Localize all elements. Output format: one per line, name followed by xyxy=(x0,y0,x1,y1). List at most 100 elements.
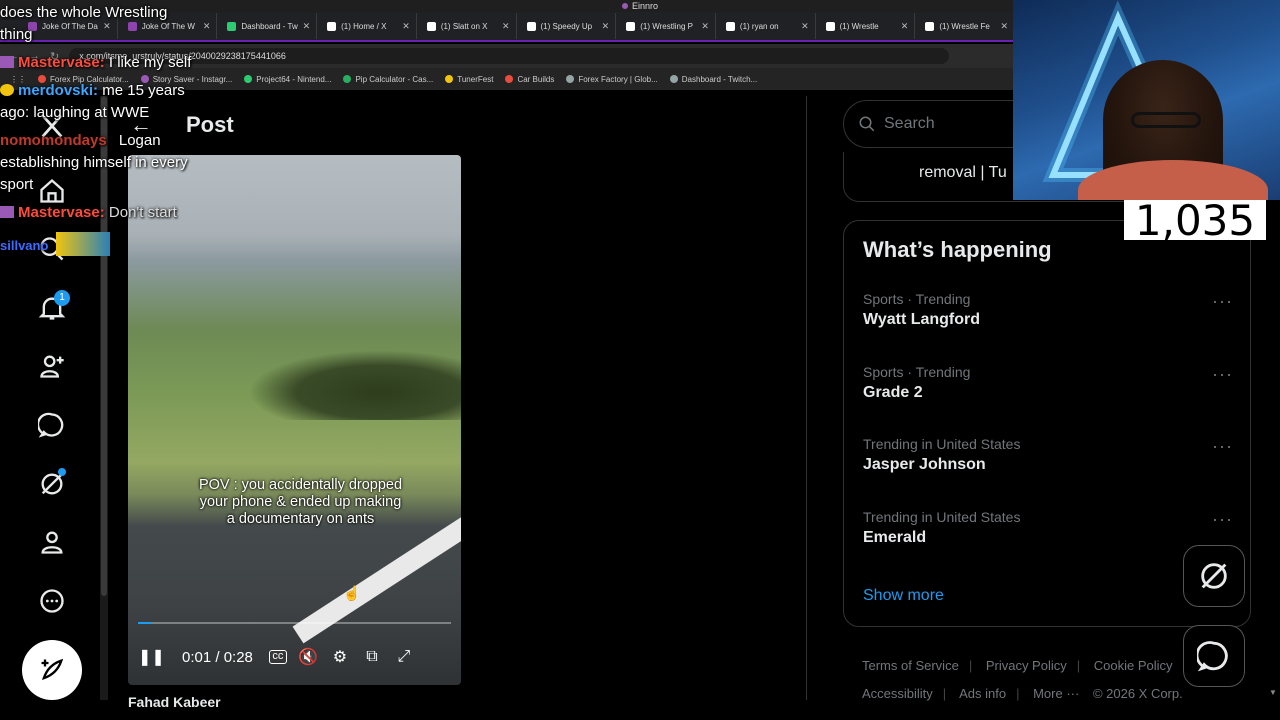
messages-icon xyxy=(1197,641,1228,672)
browser-tab[interactable]: (1) Wrestling P ✕ xyxy=(620,13,716,39)
bookmark-favicon-icon xyxy=(343,75,352,83)
streamer-glasses xyxy=(1131,112,1201,128)
pause-icon[interactable]: ❚❚ xyxy=(138,647,165,667)
bookmark-favicon-icon xyxy=(566,75,575,83)
tab-label: (1) Wrestle Fe xyxy=(939,21,990,31)
close-tab-icon[interactable]: ✕ xyxy=(103,21,111,32)
fullscreen-icon[interactable]: ⤢ xyxy=(393,648,415,666)
chat-message: thing xyxy=(0,26,33,43)
more-options-icon[interactable]: ··· xyxy=(1212,436,1233,457)
close-tab-icon[interactable]: ✕ xyxy=(203,21,211,32)
pip-icon[interactable]: ⧉ xyxy=(361,648,383,666)
footer-privacy-link[interactable]: Privacy Policy xyxy=(986,658,1067,673)
notifications-icon[interactable]: 1 xyxy=(32,288,72,328)
trend-category: Trending in United States xyxy=(863,436,1021,452)
grok-button[interactable] xyxy=(1183,545,1245,607)
trend-item[interactable]: Sports · Trending Wyatt Langford ··· xyxy=(863,291,1233,351)
trend-item[interactable]: Trending in United States Emerald ··· xyxy=(863,509,1233,569)
captions-icon[interactable]: cc xyxy=(268,650,287,664)
video-player[interactable]: POV : you accidentally dropped your phon… xyxy=(128,155,461,685)
chat-text: sport xyxy=(0,176,34,193)
mute-icon[interactable]: 🔇 xyxy=(297,647,319,667)
chat-username: merdovski: xyxy=(18,82,99,99)
tab-label: Joke Of The W xyxy=(141,21,195,31)
x-logo-icon xyxy=(925,21,935,31)
url-field[interactable]: x.com/itsme_urstruly/status/204002923817… xyxy=(69,48,950,64)
x-logo-icon xyxy=(626,21,636,31)
footer-accessibility-link[interactable]: Accessibility xyxy=(862,686,933,701)
footer-terms-link[interactable]: Terms of Service xyxy=(862,658,959,673)
trend-name: Grade 2 xyxy=(863,384,923,401)
footer-cookie-link[interactable]: Cookie Policy xyxy=(1094,658,1173,673)
scroll-down-icon[interactable]: ▼ xyxy=(1269,688,1277,697)
trend-item[interactable]: Sports · Trending Grade 2 ··· xyxy=(863,364,1233,424)
close-tab-icon[interactable]: ✕ xyxy=(502,21,510,32)
chat-text: Don't start xyxy=(108,204,177,221)
chat-text: does the whole Wrestling xyxy=(0,4,168,21)
video-progress-bar[interactable] xyxy=(138,622,451,624)
x-logo-icon xyxy=(825,21,835,31)
browser-tab[interactable]: (1) Home / X ✕ xyxy=(321,13,417,39)
more-options-icon[interactable]: ··· xyxy=(1212,509,1233,530)
tab-favicon-icon xyxy=(127,21,137,31)
more-options-icon[interactable]: ··· xyxy=(1212,364,1233,385)
browser-tab[interactable]: (1) Speedy Up ✕ xyxy=(521,13,617,39)
previous-card-text[interactable]: removal | Tu xyxy=(919,164,1007,182)
window-title: Einnro xyxy=(631,1,658,11)
close-tab-icon[interactable]: ✕ xyxy=(901,21,909,32)
bookmark-label: Project64 - Nintend... xyxy=(256,74,332,84)
left-scrollbar[interactable] xyxy=(100,96,108,700)
bookmark-item[interactable]: TunerFest xyxy=(445,75,493,84)
chat-username: Mastervase: xyxy=(18,54,105,71)
more-icon[interactable] xyxy=(32,581,72,621)
footer-more-link[interactable]: More ··· xyxy=(1033,686,1079,701)
trend-name: Jasper Johnson xyxy=(863,456,986,473)
chat-badge-icon xyxy=(0,56,14,68)
profile-icon[interactable] xyxy=(32,522,72,562)
browser-tab[interactable]: Dashboard - Tw ✕ xyxy=(221,13,318,39)
x-logo-icon xyxy=(327,21,337,31)
settings-gear-icon[interactable]: ⚙ xyxy=(329,647,351,667)
search-input[interactable]: Search xyxy=(884,115,935,133)
footer-copyright: © 2026 X Corp. xyxy=(1092,686,1183,701)
grok-icon[interactable] xyxy=(32,464,72,504)
close-tab-icon[interactable]: ✕ xyxy=(602,21,610,32)
bookmark-item[interactable]: Pip Calculator - Cas... xyxy=(343,75,433,84)
messages-icon[interactable] xyxy=(32,405,72,445)
browser-tab[interactable]: (1) ryan on ✕ xyxy=(720,13,816,39)
bookmark-item[interactable]: Forex Factory | Glob... xyxy=(566,75,658,84)
trends-heading: What’s happening xyxy=(863,237,1052,262)
browser-tab[interactable]: (1) Wrestle Fe ✕ xyxy=(919,13,1016,39)
chat-message: does the whole Wrestling xyxy=(0,4,167,21)
video-frame-trees xyxy=(248,350,461,420)
chat-message: ago: laughing at WWE xyxy=(0,104,149,121)
bookmark-item[interactable]: Project64 - Nintend... xyxy=(244,75,331,84)
footer-ads-link[interactable]: Ads info xyxy=(959,686,1006,701)
next-post-author[interactable]: Fahad Kabeer xyxy=(128,694,221,710)
scroll-thumb[interactable] xyxy=(101,96,107,596)
browser-tab[interactable]: (1) Wrestle ✕ xyxy=(820,13,916,39)
trend-item[interactable]: Trending in United States Jasper Johnson… xyxy=(863,436,1233,496)
tab-label: (1) Home / X xyxy=(341,21,387,31)
compose-post-button[interactable] xyxy=(22,640,82,700)
browser-tab[interactable]: (1) Slatt on X ✕ xyxy=(421,13,517,39)
messages-button[interactable] xyxy=(1183,625,1245,687)
follow-icon[interactable] xyxy=(32,346,72,386)
close-tab-icon[interactable]: ✕ xyxy=(701,21,709,32)
bookmark-item[interactable]: Car Builds xyxy=(505,75,554,84)
more-options-icon[interactable]: ··· xyxy=(1212,291,1233,312)
tab-label: (1) Speedy Up xyxy=(540,21,593,31)
show-more-link[interactable]: Show more xyxy=(863,587,944,605)
close-tab-icon[interactable]: ✕ xyxy=(1000,21,1008,32)
trend-name: Wyatt Langford xyxy=(863,311,981,328)
notifications-badge: 1 xyxy=(54,290,70,306)
close-tab-icon[interactable]: ✕ xyxy=(801,21,809,32)
close-tab-icon[interactable]: ✕ xyxy=(402,21,410,32)
chat-username: nomomondays xyxy=(0,132,107,149)
post-header: ← Post xyxy=(128,100,488,150)
video-progress-fill xyxy=(138,622,151,624)
close-tab-icon[interactable]: ✕ xyxy=(303,21,311,32)
bookmark-item[interactable]: Dashboard - Twitch... xyxy=(669,75,757,84)
chat-text: me 15 years xyxy=(102,82,185,99)
bookmark-favicon-icon xyxy=(505,75,514,83)
